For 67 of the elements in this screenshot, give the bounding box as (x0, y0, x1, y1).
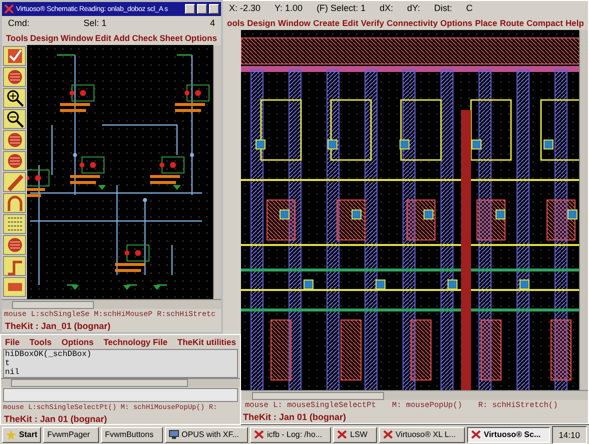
menu-item[interactable]: Verify (360, 18, 384, 28)
scrollbar[interactable] (1, 378, 240, 388)
menu-item[interactable]: Route (500, 18, 524, 28)
command-input-field[interactable] (3, 388, 238, 402)
menu-item[interactable]: Add (113, 32, 130, 42)
menu-item[interactable]: Connectivity (386, 18, 438, 28)
menu-item[interactable]: Tools (30, 336, 52, 347)
coordinate-readout: Y: 1.00 (274, 3, 303, 13)
menu-item[interactable]: Edit (95, 32, 112, 42)
zoom-in-icon[interactable] (4, 88, 24, 108)
cross-icon (470, 430, 481, 439)
menu-item[interactable]: Place (475, 18, 498, 28)
window-number: 4 (210, 18, 215, 28)
coordinate-readout: Dist: (434, 3, 452, 13)
menu-item[interactable]: Technology File (103, 336, 168, 347)
pencil-icon[interactable] (4, 172, 24, 192)
menu-item[interactable]: Check (132, 32, 158, 42)
user-status: TheKit : Jan 01 (bognar) (242, 412, 348, 423)
minimize-button[interactable] (185, 4, 195, 14)
menu-item[interactable]: ools (227, 18, 244, 28)
menu-item[interactable]: Design (30, 32, 58, 42)
monitor-icon (168, 430, 179, 439)
selection-count: Sel: 1 (84, 18, 107, 28)
zoom-out-icon[interactable] (4, 109, 24, 129)
menu-item[interactable]: Window (60, 32, 94, 42)
close-button[interactable] (209, 4, 219, 14)
menu-item[interactable]: Tools (6, 32, 28, 42)
menu-item[interactable]: Create (313, 18, 340, 28)
menu-item[interactable]: Design (247, 18, 276, 28)
taskbar-button[interactable]: LSW (333, 426, 377, 442)
menu-item[interactable]: Sheet (160, 32, 183, 42)
start-button[interactable]: Start (2, 426, 42, 442)
taskbar-button[interactable]: OPUS with XF... (164, 426, 248, 442)
cross-icon (337, 430, 348, 439)
log-output: hiDBoxOK(_schDBox) t nil (3, 348, 238, 378)
star-icon (6, 430, 16, 440)
coordinate-readout: (F) Select: 1 (316, 3, 366, 13)
scrollbar[interactable] (242, 390, 588, 400)
taskbar-button[interactable]: Virtuoso® Sc... (466, 426, 550, 442)
taskbar-button[interactable]: Virtuoso® XL L... (378, 426, 465, 442)
menu-item[interactable]: Options (184, 32, 217, 42)
menu-item[interactable]: Options (61, 336, 94, 347)
scrollbar[interactable] (2, 299, 221, 309)
scrollbar[interactable] (579, 30, 588, 390)
user-status: TheKit : Jan_01 (bognar) (4, 321, 112, 332)
taskbar-button[interactable]: FvwmButtons (100, 426, 163, 442)
maximize-button[interactable] (197, 4, 207, 14)
scrollbar[interactable] (213, 45, 221, 299)
clock: 14:10 (552, 426, 587, 444)
taskbar-button[interactable]: FvwmPager (43, 426, 99, 442)
taskbar-button[interactable]: icfb - Log: /ho... (250, 426, 332, 442)
menu-item[interactable]: Options (440, 18, 472, 28)
menu-item[interactable]: Edit (342, 18, 358, 28)
menu-item[interactable]: TheKit utilities (177, 336, 236, 347)
menu-item[interactable]: Compact (526, 18, 563, 28)
coordinate-readout: C (466, 3, 473, 13)
coordinate-readout: dX: (380, 3, 394, 13)
user-status: TheKit : Jan 01 (bognar) (3, 414, 108, 424)
coordinate-readout: X: -2.30 (229, 3, 261, 13)
command-label: Cmd: (8, 18, 30, 28)
menu-item[interactable]: File (5, 336, 20, 347)
cross-icon (254, 430, 264, 439)
cross-icon (382, 430, 393, 439)
cross-icon (4, 4, 14, 14)
menu-item[interactable]: Window (278, 18, 311, 28)
menu-item[interactable]: Help (566, 18, 584, 28)
coordinate-readout: dY: (407, 3, 420, 13)
